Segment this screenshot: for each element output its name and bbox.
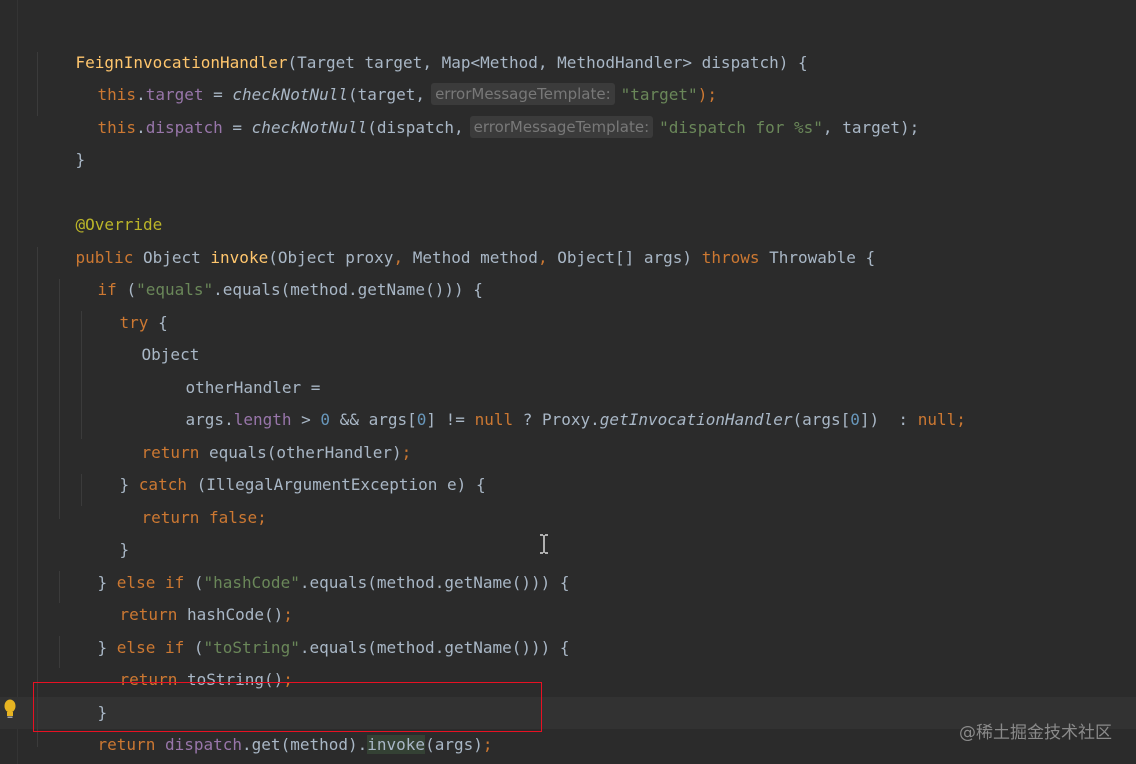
code-token: ] !=	[426, 410, 475, 429]
code-line[interactable]: if ("equals".equals(method.getName())) {	[59, 242, 483, 299]
watermark: @稀土掘金技术社区	[959, 723, 1112, 743]
code-line[interactable]: } else if ("hashCode".equals(method.getN…	[59, 535, 570, 592]
code-token: , target);	[822, 118, 920, 137]
field-token: dispatch	[164, 735, 243, 754]
gutter-divider	[17, 0, 18, 764]
keyword: return	[97, 735, 165, 754]
keyword: null	[474, 410, 514, 429]
indent-guide	[37, 247, 38, 747]
keyword: null	[917, 410, 957, 429]
code-token: (args[	[792, 410, 851, 429]
parameter-hint: errorMessageTemplate:	[469, 116, 654, 138]
string-literal: "dispatch for %s"	[659, 118, 823, 137]
code-token: ? Proxy.	[513, 410, 600, 429]
code-token: .get(method).	[242, 735, 368, 754]
keyword: false	[208, 508, 258, 527]
text-cursor-icon	[540, 534, 548, 554]
code-token: (args)	[425, 735, 483, 754]
code-line[interactable]: FeignInvocationHandler(Target target, Ma…	[37, 15, 808, 72]
code-line[interactable]: Object	[103, 307, 200, 364]
code-line[interactable]: @Override	[37, 177, 163, 234]
code-line[interactable]: args.length > 0 && args[0] != null ? Pro…	[147, 372, 966, 429]
code-line[interactable]: } catch (IllegalArgumentException e) {	[81, 437, 486, 494]
method-call: checkNotNull	[251, 118, 368, 137]
number-literal: 0	[416, 410, 427, 429]
code-line[interactable]: this.dispatch = checkNotNull(dispatch, er…	[59, 80, 919, 138]
code-line[interactable]: return equals(otherHandler);	[103, 405, 412, 462]
code-token: =	[222, 118, 252, 137]
field-token: dispatch	[145, 118, 223, 137]
code-token: ])	[859, 410, 889, 429]
code-line[interactable]: try {	[81, 275, 168, 332]
code-line[interactable]: return false;	[103, 470, 267, 527]
code-line[interactable]: }	[37, 112, 86, 169]
code-token: ;	[257, 508, 267, 527]
code-line[interactable]: } else if ("toString".equals(method.getN…	[59, 600, 570, 657]
code-token: Object[] args)	[557, 248, 702, 267]
highlighted-method: invoke	[367, 735, 426, 754]
code-token: :	[888, 410, 918, 429]
code-editor[interactable]: FeignInvocationHandler(Target target, Ma…	[0, 0, 1136, 764]
code-token: .equals(method.getName())) {	[299, 638, 570, 657]
code-token: .equals(method.getName())) {	[213, 280, 483, 299]
code-line[interactable]: return hashCode();	[81, 567, 293, 624]
method-call: getInvocationHandler	[599, 410, 793, 429]
code-token: this	[97, 118, 137, 137]
code-token: ,	[537, 248, 558, 267]
code-token: .	[136, 118, 146, 137]
code-line[interactable]: return toString();	[81, 632, 293, 689]
lightbulb-icon[interactable]	[4, 699, 16, 719]
code-line[interactable]: }	[37, 730, 85, 762]
code-line[interactable]: otherHandler =	[147, 340, 321, 397]
keyword: return	[141, 508, 209, 527]
code-token: ;	[482, 735, 493, 754]
code-line[interactable]: public Object invoke(Object proxy, Metho…	[37, 210, 876, 267]
red-annotation-box	[33, 682, 542, 732]
number-literal: 0	[850, 410, 860, 429]
code-token: Throwable {	[769, 248, 876, 267]
code-line[interactable]: this.target = checkNotNull(target, errorM…	[59, 47, 717, 105]
code-token: ;	[956, 410, 966, 429]
code-token: .equals(method.getName())) {	[299, 573, 570, 592]
keyword: throws	[701, 248, 770, 267]
closing-brace: }	[75, 150, 86, 169]
code-line[interactable]: }	[81, 502, 130, 559]
code-token: (dispatch,	[367, 118, 464, 137]
